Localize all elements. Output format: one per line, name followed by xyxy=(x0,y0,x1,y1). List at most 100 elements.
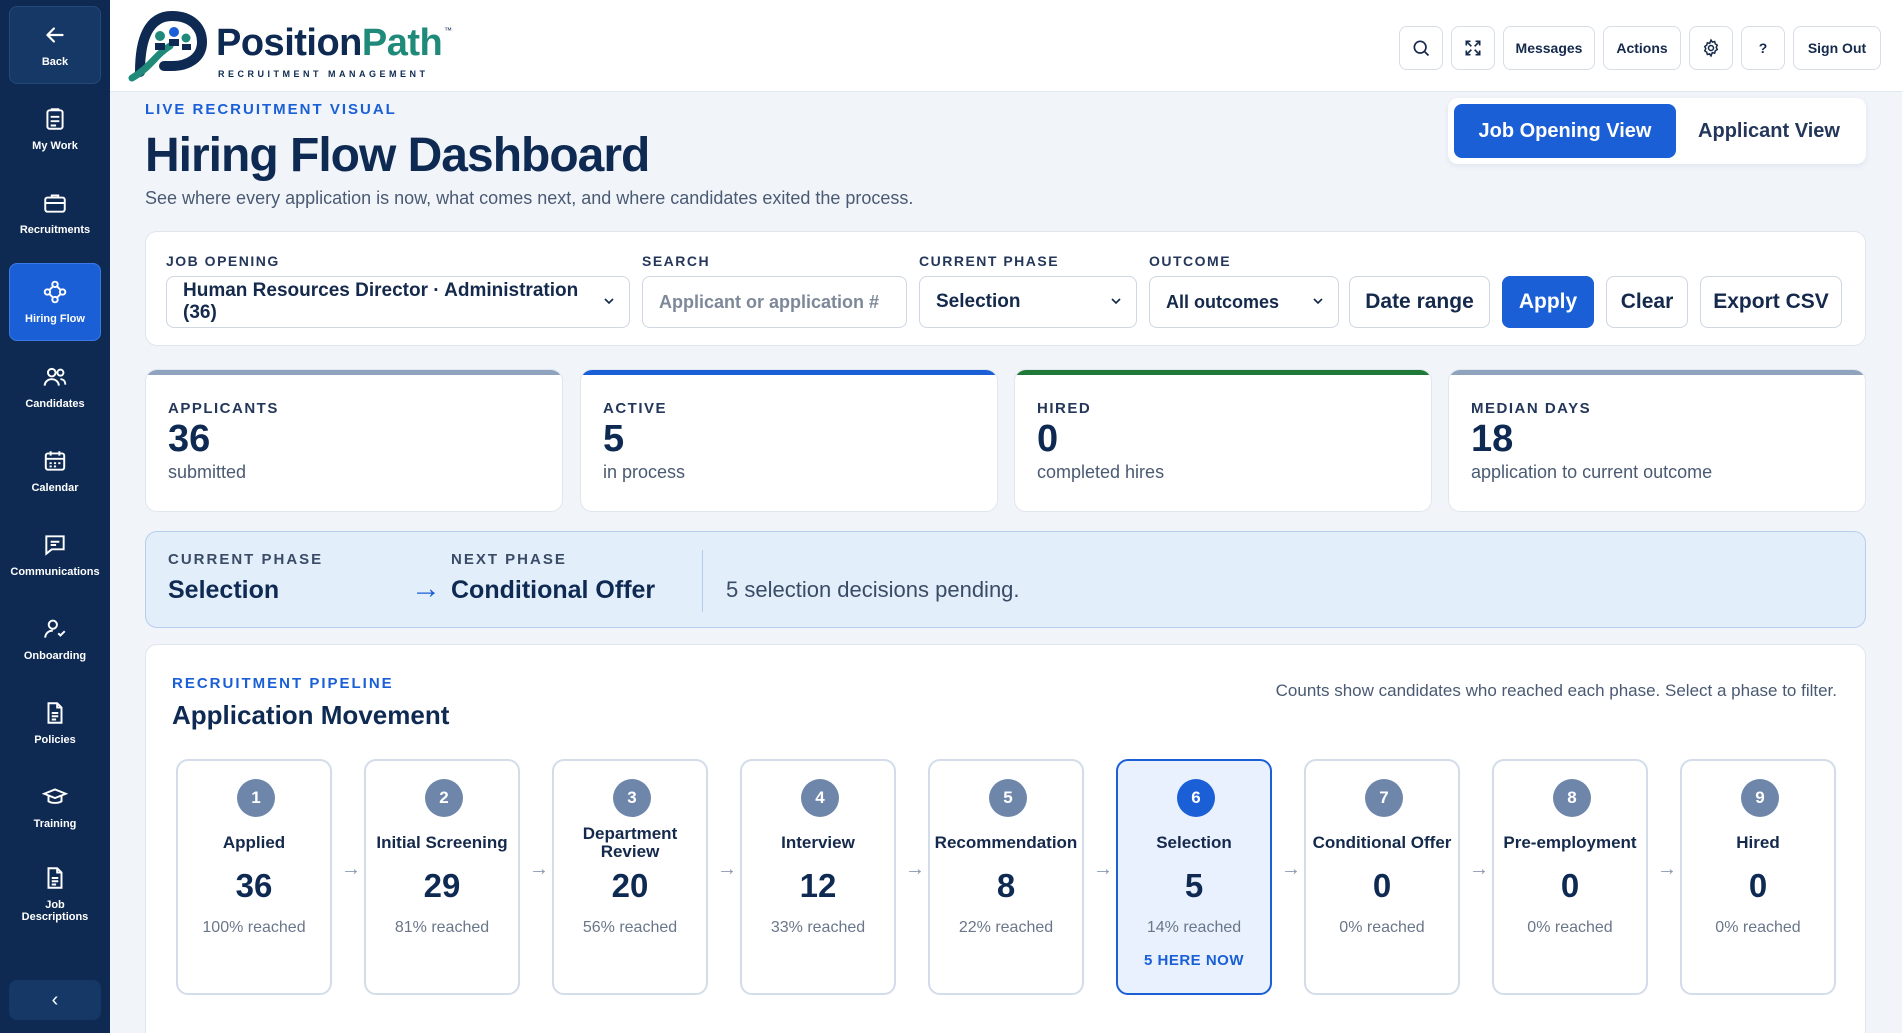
settings-button[interactable] xyxy=(1689,26,1733,70)
sidebar-item-label: Onboarding xyxy=(23,650,87,662)
stage-department-review[interactable]: 3 Department Review 20 56% reached xyxy=(552,759,708,995)
chevron-down-icon xyxy=(1111,298,1121,305)
current-phase-value: Selection xyxy=(936,291,1021,312)
help-button[interactable]: ? xyxy=(1741,26,1785,70)
arrow-right-icon: → xyxy=(341,858,361,880)
export-csv-button[interactable]: Export CSV xyxy=(1700,276,1842,328)
stage-count: 29 xyxy=(423,867,461,904)
positionpath-logo-mark-icon xyxy=(128,10,208,82)
stat-value: 5 xyxy=(603,418,625,460)
outcome-value: All outcomes xyxy=(1166,291,1280,312)
arrow-left-icon xyxy=(46,27,64,43)
sidebar-item-training[interactable]: Training xyxy=(9,768,101,846)
sidebar-item-onboarding[interactable]: Onboarding xyxy=(9,600,101,678)
stage-selection[interactable]: 6 Selection 5 14% reached 5 HERE NOW xyxy=(1116,759,1272,995)
chevron-left-icon: ‹ xyxy=(51,988,59,1011)
brand-logo[interactable]: PositionPath ™ RECRUITMENT MANAGEMENT xyxy=(126,10,452,82)
stage-conditional-offer[interactable]: 7 Conditional Offer 0 0% reached xyxy=(1304,759,1460,995)
stage-number: 8 xyxy=(1553,779,1591,817)
search-button[interactable] xyxy=(1399,26,1443,70)
top-header: PositionPath ™ RECRUITMENT MANAGEMENT Me… xyxy=(110,0,1902,92)
sign-out-button[interactable]: Sign Out xyxy=(1793,26,1881,70)
arrow-right-icon: → xyxy=(1281,858,1301,880)
job-opening-select[interactable]: Human Resources Director · Administratio… xyxy=(166,276,630,328)
stage-count: 0 xyxy=(1748,867,1768,904)
stage-count: 5 xyxy=(1184,867,1204,904)
current-phase-select[interactable]: Selection xyxy=(919,276,1137,328)
stage-interview[interactable]: 4 Interview 12 33% reached xyxy=(740,759,896,995)
sidebar-item-label: Recruitments xyxy=(19,224,91,236)
divider xyxy=(702,550,703,612)
arrow-right-icon: → xyxy=(905,858,925,880)
stage-name: Interview xyxy=(781,833,855,852)
users-icon xyxy=(43,367,67,386)
stat-accent-bar xyxy=(1449,370,1865,375)
sidebar-item-communications[interactable]: Communications xyxy=(9,516,101,594)
brand-name: PositionPath xyxy=(216,22,443,64)
user-check-icon xyxy=(44,619,66,638)
current-phase-name: Selection xyxy=(168,576,280,604)
sidebar-item-label: Candidates xyxy=(25,398,85,410)
stage-number: 3 xyxy=(613,779,651,817)
job-opening-view-tab[interactable]: Job Opening View xyxy=(1454,104,1676,158)
sidebar-item-label: My Work xyxy=(32,140,78,152)
messages-button[interactable]: Messages xyxy=(1503,26,1595,70)
chat-icon xyxy=(45,535,65,556)
sidebar-item-my-work[interactable]: My Work xyxy=(9,90,101,168)
stage-initial-screening[interactable]: 2 Initial Screening 29 81% reached xyxy=(364,759,520,995)
stage-name: Selection xyxy=(1156,833,1232,852)
stage-name: Pre-employment xyxy=(1503,833,1637,852)
stage-count: 12 xyxy=(799,867,837,904)
clear-button[interactable]: Clear xyxy=(1606,276,1688,328)
stage-percent: 0% reached xyxy=(1339,919,1425,936)
next-phase-heading: NEXT PHASE xyxy=(451,551,567,568)
brand-trademark: ™ xyxy=(444,26,452,35)
sidebar-item-calendar[interactable]: Calendar xyxy=(9,432,101,510)
current-phase-heading: CURRENT PHASE xyxy=(168,551,324,568)
sidebar-item-policies[interactable]: Policies xyxy=(9,684,101,762)
fullscreen-button[interactable] xyxy=(1451,26,1495,70)
actions-button[interactable]: Actions xyxy=(1603,26,1681,70)
calendar-icon xyxy=(44,451,66,471)
page-eyebrow: LIVE RECRUITMENT VISUAL xyxy=(145,101,397,118)
job-opening-value: Human Resources Director · Administratio… xyxy=(183,280,579,323)
gear-icon xyxy=(1703,38,1719,58)
stage-applied[interactable]: 1 Applied 36 100% reached xyxy=(176,759,332,995)
stage-recommendation[interactable]: 5 Recommendation 8 22% reached xyxy=(928,759,1084,995)
stage-hired[interactable]: 9 Hired 0 0% reached xyxy=(1680,759,1836,995)
collapse-sidebar-button[interactable]: ‹ xyxy=(9,980,101,1020)
brand-tagline: RECRUITMENT MANAGEMENT xyxy=(218,69,429,79)
sidebar-item-label: Back xyxy=(41,56,69,68)
pipeline-eyebrow: RECRUITMENT PIPELINE xyxy=(172,675,394,692)
arrow-right-icon: → xyxy=(717,858,737,880)
stage-name: Applied xyxy=(222,833,286,852)
stat-label: HIRED xyxy=(1037,400,1092,417)
apply-button[interactable]: Apply xyxy=(1502,276,1594,328)
search-input[interactable]: Applicant or application # xyxy=(642,276,907,328)
stage-number: 7 xyxy=(1365,779,1403,817)
stat-accent-bar xyxy=(1015,370,1431,375)
stage-pre-employment[interactable]: 8 Pre-employment 0 0% reached xyxy=(1492,759,1648,995)
sidebar-item-job-descriptions[interactable]: Job Descriptions xyxy=(9,852,101,936)
stage-name: Hired xyxy=(1736,833,1780,852)
stat-label: ACTIVE xyxy=(603,400,668,417)
date-range-button[interactable]: Date range xyxy=(1349,276,1490,328)
sidebar-item-hiring-flow[interactable]: Hiring Flow xyxy=(9,263,101,341)
document-icon xyxy=(47,867,63,889)
search-label: SEARCH xyxy=(642,253,711,269)
arrow-right-icon: → xyxy=(1093,858,1113,880)
sidebar-item-label: Calendar xyxy=(31,482,79,494)
search-placeholder: Applicant or application # xyxy=(659,291,880,312)
phase-note: 5 selection decisions pending. xyxy=(726,577,1020,602)
stat-value: 36 xyxy=(168,418,211,460)
sidebar-item-recruitments[interactable]: Recruitments xyxy=(9,174,101,252)
stat-label: APPLICANTS xyxy=(168,400,279,417)
outcome-select[interactable]: All outcomes xyxy=(1149,276,1339,328)
back-button[interactable]: Back xyxy=(9,6,101,84)
applicant-view-tab[interactable]: Applicant View xyxy=(1678,104,1860,158)
pipeline-hint: Counts show candidates who reached each … xyxy=(1275,681,1837,700)
stage-percent: 0% reached xyxy=(1527,919,1613,936)
stage-percent: 100% reached xyxy=(202,919,306,936)
stage-percent: 81% reached xyxy=(394,919,490,936)
sidebar-item-candidates[interactable]: Candidates xyxy=(9,348,101,426)
